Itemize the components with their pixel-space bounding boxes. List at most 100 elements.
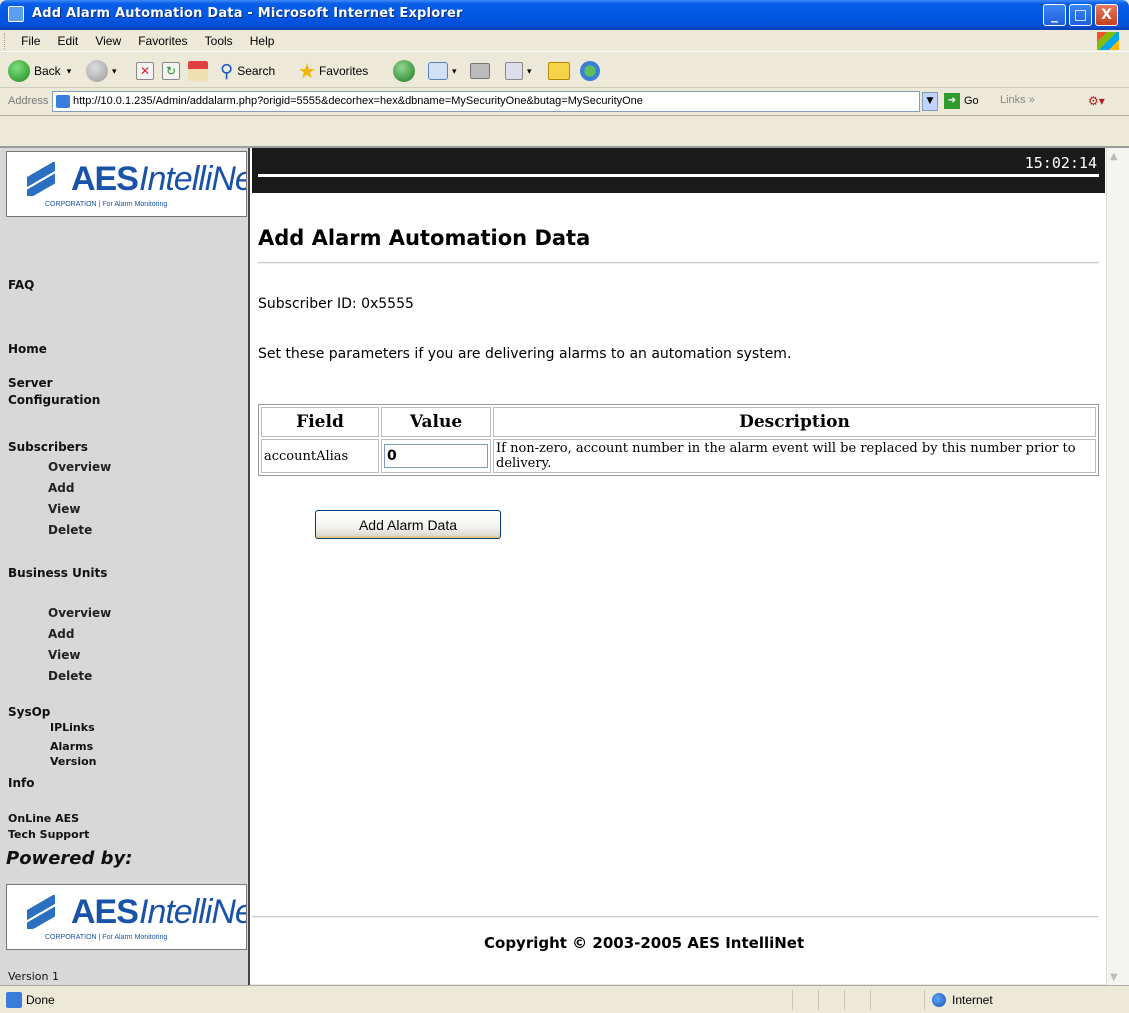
menu-edit[interactable]: Edit (52, 31, 85, 51)
refresh-icon: ↻ (162, 62, 180, 80)
chevron-down-icon[interactable]: ▾ (112, 66, 117, 77)
browser-viewport: AES IntelliNet CORPORATION | For Alarm M… (0, 146, 1129, 986)
value-cell (381, 439, 491, 473)
nav-server[interactable]: Server (8, 376, 53, 390)
clock: 15:02:14 (1024, 154, 1097, 172)
status-bar: Done Internet (0, 985, 1129, 1013)
nav-subscribers-add[interactable]: Add (48, 481, 74, 495)
nav-subscribers-view[interactable]: View (48, 502, 80, 516)
vertical-scrollbar[interactable]: ▲ ▼ (1106, 148, 1129, 986)
logo-intellinet-text: IntelliNet (139, 160, 246, 198)
minimize-button[interactable]: _ (1043, 4, 1066, 26)
nav-business-delete[interactable]: Delete (48, 669, 92, 683)
nav-subscribers-delete[interactable]: Delete (48, 523, 92, 537)
header-divider (258, 174, 1099, 177)
menu-tools[interactable]: Tools (199, 31, 239, 51)
nav-online-aes[interactable]: OnLine AES (8, 812, 79, 825)
edit-button[interactable]: ▾ (505, 58, 532, 84)
nav-business-units[interactable]: Business Units (8, 566, 107, 580)
history-button[interactable] (393, 58, 419, 84)
status-separator (924, 990, 925, 1010)
subscriber-id: Subscriber ID: 0x5555 (258, 296, 414, 312)
page-title: Add Alarm Automation Data (258, 226, 591, 250)
nav-sysop[interactable]: SysOp (8, 705, 50, 719)
ie-app-icon (8, 6, 24, 22)
close-button[interactable]: X (1095, 4, 1118, 26)
maximize-button[interactable]: □ (1069, 4, 1092, 26)
search-icon: ⚲ (220, 60, 234, 81)
status-separator (870, 990, 871, 1010)
title-divider (258, 262, 1099, 264)
messenger-button[interactable] (580, 58, 604, 84)
mail-button[interactable]: ▾ (428, 58, 457, 84)
refresh-button[interactable]: ↻ (162, 58, 184, 84)
add-alarm-data-button[interactable]: Add Alarm Data (315, 510, 501, 539)
menu-favorites[interactable]: Favorites (132, 31, 193, 51)
page-done-icon (6, 992, 22, 1008)
menu-view[interactable]: View (89, 31, 127, 51)
eagle-logo-icon (27, 162, 55, 196)
address-input[interactable]: http://10.0.1.235/Admin/addalarm.php?ori… (52, 91, 920, 112)
nav-subscribers-overview[interactable]: Overview (48, 460, 111, 474)
chevron-down-icon[interactable]: ▾ (527, 66, 532, 77)
links-button[interactable]: Links » (1000, 94, 1035, 106)
powered-by-label: Powered by: (6, 848, 133, 869)
home-icon (188, 61, 208, 81)
go-arrow-icon: ➜ (944, 93, 960, 109)
logo-intellinet-text: IntelliNet (139, 893, 246, 931)
aes-logo[interactable]: AES IntelliNet CORPORATION | For Alarm M… (6, 151, 247, 217)
chevron-down-icon[interactable]: ▾ (452, 66, 457, 77)
footer-divider (252, 916, 1098, 918)
field-name: accountAlias (261, 439, 379, 473)
menu-file[interactable]: File (15, 31, 46, 51)
scroll-down-icon[interactable]: ▼ (1110, 972, 1118, 983)
window-title-bar[interactable]: Add Alarm Automation Data - Microsoft In… (0, 0, 1129, 30)
forward-button[interactable]: ▾ (86, 58, 117, 84)
back-label: Back (34, 64, 61, 78)
window-title: Add Alarm Automation Data - Microsoft In… (32, 6, 463, 21)
nav-faq[interactable]: FAQ (8, 278, 34, 292)
field-description: If non-zero, account number in the alarm… (493, 439, 1096, 473)
chevron-down-icon[interactable]: ▾ (67, 66, 72, 77)
table-row: accountAlias If non-zero, account number… (261, 439, 1096, 473)
nav-business-overview[interactable]: Overview (48, 606, 111, 620)
go-button[interactable]: ➜ Go (944, 93, 979, 109)
search-button[interactable]: ⚲ Search (220, 58, 275, 84)
parameters-table: Field Value Description accountAlias If … (258, 404, 1099, 476)
logo-aes-text: AES (71, 893, 139, 931)
nav-configuration[interactable]: Configuration (8, 393, 100, 407)
logo-corp-text: CORPORATION | For Alarm Monitoring (45, 201, 168, 208)
status-text: Done (26, 993, 55, 1007)
scroll-up-icon[interactable]: ▲ (1110, 151, 1118, 162)
nav-business-add[interactable]: Add (48, 627, 74, 641)
nav-home[interactable]: Home (8, 342, 47, 356)
page-icon (56, 95, 70, 108)
menu-bar: File Edit View Favorites Tools Help (0, 30, 1129, 52)
mail-icon (428, 62, 448, 80)
nav-tech-support[interactable]: Tech Support (8, 828, 89, 841)
nav-info[interactable]: Info (8, 776, 34, 790)
edit-icon (505, 62, 523, 80)
stop-button[interactable]: ✕ (136, 58, 158, 84)
favorites-button[interactable]: ★ Favorites (298, 58, 368, 84)
discuss-button[interactable] (548, 58, 574, 84)
nav-subscribers[interactable]: Subscribers (8, 440, 88, 454)
sidebar: AES IntelliNet CORPORATION | For Alarm M… (0, 148, 250, 986)
status-separator (844, 990, 845, 1010)
nav-iplinks[interactable]: IPLinks (50, 721, 95, 734)
back-button[interactable]: Back ▾ (8, 58, 71, 84)
address-label: Address (8, 95, 49, 107)
address-dropdown-icon[interactable]: ▼ (922, 92, 938, 111)
extension-icon[interactable]: ⚙▾ (1088, 94, 1105, 108)
print-button[interactable] (470, 58, 494, 84)
home-button[interactable] (188, 58, 212, 84)
eagle-logo-icon (27, 895, 55, 929)
menu-help[interactable]: Help (244, 31, 281, 51)
nav-version[interactable]: Version (50, 755, 97, 768)
nav-alarms[interactable]: Alarms (50, 740, 93, 753)
address-bar: Address http://10.0.1.235/Admin/addalarm… (0, 88, 1129, 116)
account-alias-input[interactable] (384, 444, 488, 468)
copyright: Copyright © 2003-2005 AES IntelliNet (484, 934, 805, 952)
nav-business-view[interactable]: View (48, 648, 80, 662)
security-zone[interactable]: Internet (932, 993, 993, 1007)
